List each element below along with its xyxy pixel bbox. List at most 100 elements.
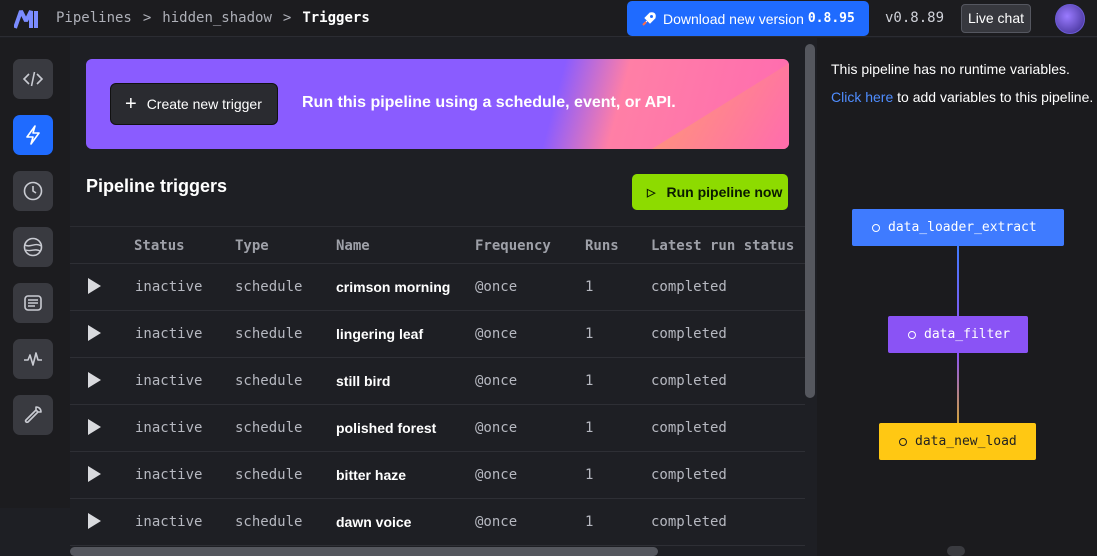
breadcrumb-pipelines[interactable]: Pipelines — [56, 10, 132, 26]
block-node-data-new-load[interactable]: data_new_load — [879, 423, 1036, 460]
table-header: Status Type Name Frequency Runs Latest r… — [70, 226, 805, 264]
block-node-label: data_loader_extract — [888, 220, 1037, 235]
status-dot-icon — [899, 437, 907, 446]
nav-edit-pipeline[interactable] — [13, 59, 53, 99]
nav-triggers[interactable] — [13, 115, 53, 155]
status-dot-icon — [908, 330, 916, 339]
play-icon[interactable] — [88, 419, 101, 435]
breadcrumb: Pipelines > hidden_shadow > Triggers — [56, 10, 370, 26]
column-header[interactable]: Latest run status — [651, 238, 794, 254]
cell-type: schedule — [235, 279, 303, 295]
cell-runs: 1 — [585, 326, 594, 342]
table-row[interactable]: inactive schedule bitter haze @once 1 complet… — [70, 452, 805, 499]
column-header[interactable]: Runs — [585, 238, 619, 254]
cell-status: inactive — [135, 420, 203, 436]
play-icon[interactable] — [88, 372, 101, 388]
nav-logs[interactable] — [13, 283, 53, 323]
wrench-icon — [24, 406, 42, 424]
cell-name[interactable]: still bird — [336, 373, 390, 389]
cell-frequency: @once — [475, 514, 518, 530]
plus-icon: + — [125, 93, 137, 115]
column-header[interactable]: Frequency — [475, 238, 551, 254]
cell-latest: completed — [651, 420, 727, 436]
cell-runs: 1 — [585, 279, 594, 295]
clock-icon — [23, 181, 43, 201]
play-icon[interactable] — [88, 466, 101, 482]
cell-status: inactive — [135, 514, 203, 530]
add-variables-message: Click here to add variables to this pipe… — [831, 89, 1093, 105]
cell-latest: completed — [651, 514, 727, 530]
cell-latest: completed — [651, 279, 727, 295]
cell-type: schedule — [235, 514, 303, 530]
play-icon[interactable] — [88, 325, 101, 341]
column-header[interactable]: Name — [336, 238, 370, 254]
download-label: Download new version — [663, 10, 804, 27]
block-node-data-loader-extract[interactable]: data_loader_extract — [852, 209, 1064, 246]
breadcrumb-separator: > — [282, 10, 292, 26]
play-icon[interactable] — [88, 278, 101, 294]
pulse-icon — [24, 352, 42, 366]
triggers-banner: + Create new trigger Run this pipeline u… — [86, 59, 789, 149]
cell-latest: completed — [651, 467, 727, 483]
cell-name[interactable]: crimson morning — [336, 279, 450, 295]
lightning-icon — [26, 125, 40, 145]
current-version: v0.8.89 — [885, 10, 945, 26]
download-new-version-button[interactable]: Download new version 0.8.95 — [627, 1, 869, 36]
cell-type: schedule — [235, 326, 303, 342]
nav-backfills[interactable] — [13, 227, 53, 267]
table-row[interactable]: inactive schedule still bird @once 1 complete… — [70, 358, 805, 405]
cell-name[interactable]: bitter haze — [336, 467, 406, 483]
right-panel: This pipeline has no runtime variables. … — [817, 38, 1097, 556]
sidebar-footer — [0, 508, 70, 556]
status-dot-icon — [872, 223, 880, 232]
cell-type: schedule — [235, 420, 303, 436]
block-node-data-filter[interactable]: data_filter — [888, 316, 1028, 353]
table-row[interactable]: inactive schedule crimson morning @once 1 com… — [70, 264, 805, 311]
no-variables-message: This pipeline has no runtime variables. — [831, 61, 1070, 77]
table-row[interactable]: inactive schedule polished forest @once 1 com… — [70, 405, 805, 452]
cell-frequency: @once — [475, 373, 518, 389]
cell-status: inactive — [135, 373, 203, 389]
section-title: Pipeline triggers — [86, 176, 228, 196]
cell-status: inactive — [135, 279, 203, 295]
avatar[interactable] — [1055, 4, 1085, 34]
table-row[interactable]: inactive schedule lingering leaf @once 1 comp… — [70, 311, 805, 358]
cell-frequency: @once — [475, 467, 518, 483]
cell-latest: completed — [651, 326, 727, 342]
main-content: + Create new trigger Run this pipeline u… — [70, 38, 805, 556]
nav-runs[interactable] — [13, 171, 53, 211]
cell-runs: 1 — [585, 420, 594, 436]
cell-name[interactable]: polished forest — [336, 420, 436, 436]
download-version: 0.8.95 — [807, 11, 855, 26]
breadcrumb-pipeline[interactable]: hidden_shadow — [162, 10, 272, 26]
cell-latest: completed — [651, 373, 727, 389]
horizontal-scrollbar[interactable] — [70, 547, 658, 556]
live-chat-button[interactable]: Live chat — [961, 4, 1031, 33]
create-new-trigger-button[interactable]: + Create new trigger — [110, 83, 278, 125]
graph-scrollbar[interactable] — [947, 546, 965, 556]
add-variables-link[interactable]: Click here — [831, 89, 893, 105]
globe-icon — [23, 237, 43, 257]
table-row[interactable]: inactive schedule dawn voice @once 1 complete… — [70, 499, 805, 546]
cell-name[interactable]: dawn voice — [336, 514, 411, 530]
nav-monitors[interactable] — [13, 339, 53, 379]
cell-status: inactive — [135, 467, 203, 483]
block-node-label: data_new_load — [915, 434, 1017, 449]
cell-type: schedule — [235, 467, 303, 483]
run-pipeline-now-button[interactable]: ▷ Run pipeline now — [632, 174, 788, 210]
play-icon: ▷ — [647, 186, 656, 199]
breadcrumb-current: Triggers — [302, 10, 370, 26]
graph-edge — [957, 246, 959, 316]
play-icon[interactable] — [88, 513, 101, 529]
add-variables-suffix: to add variables to this pipeline. — [893, 89, 1094, 105]
cell-status: inactive — [135, 326, 203, 342]
mage-logo-icon[interactable] — [14, 9, 40, 29]
nav-settings[interactable] — [13, 395, 53, 435]
vertical-scrollbar[interactable] — [805, 44, 815, 398]
left-sidebar — [0, 38, 70, 508]
column-header[interactable]: Status — [134, 238, 185, 254]
cell-name[interactable]: lingering leaf — [336, 326, 423, 342]
column-header[interactable]: Type — [235, 238, 269, 254]
run-now-label: Run pipeline now — [666, 184, 783, 200]
cell-runs: 1 — [585, 514, 594, 530]
